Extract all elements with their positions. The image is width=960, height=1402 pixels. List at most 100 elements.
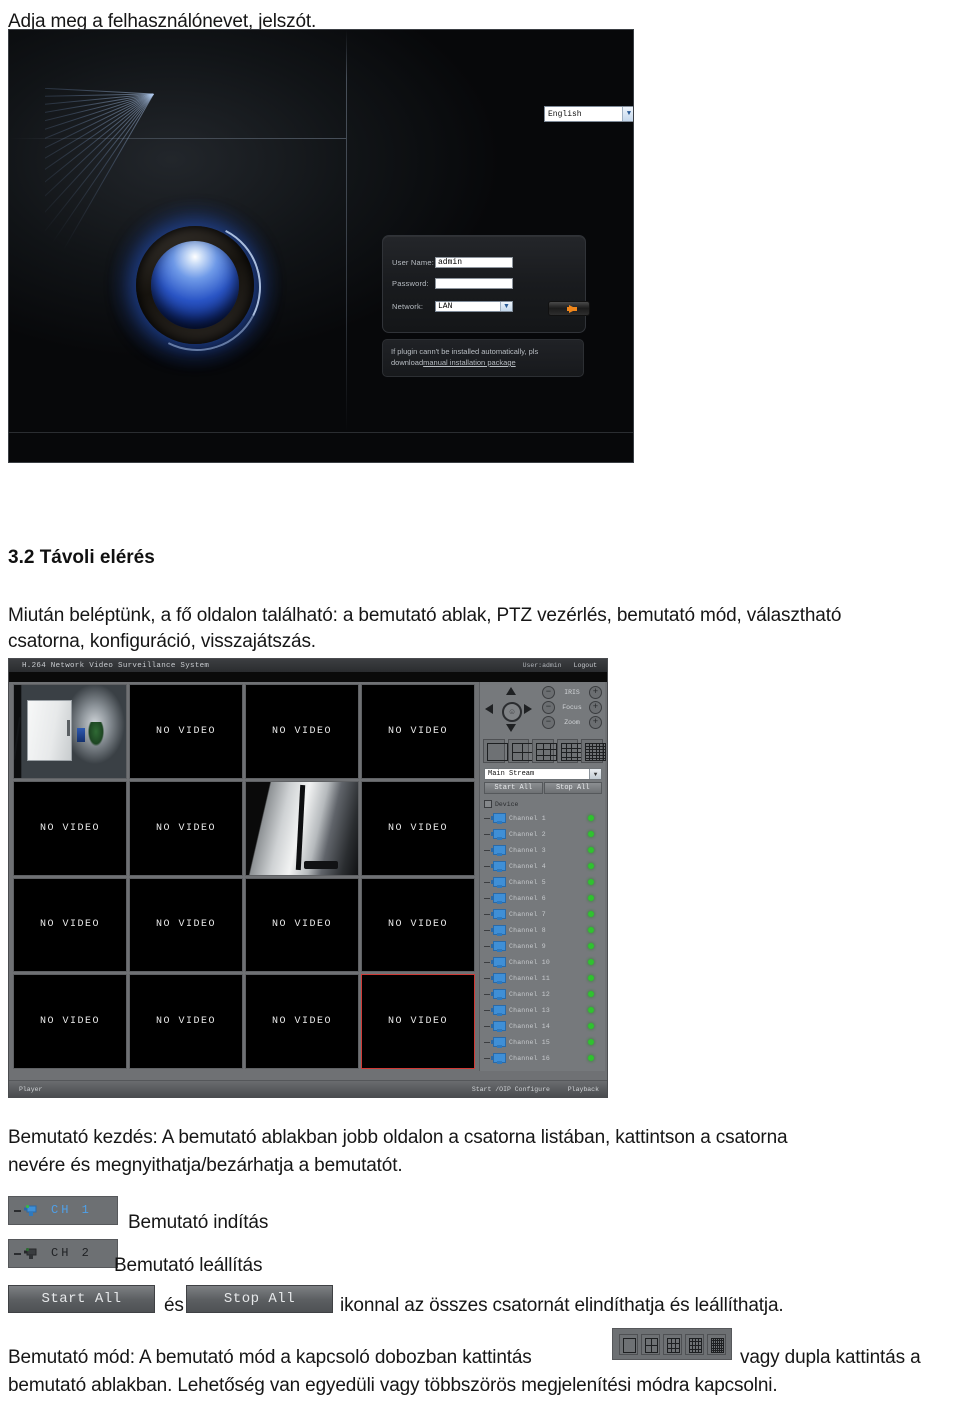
camera-icon: [491, 1053, 506, 1064]
no-video-label: NO VIDEO: [387, 1016, 448, 1028]
start-all-chip-label[interactable]: Start All: [8, 1285, 155, 1313]
video-cell-13[interactable]: NO VIDEO: [13, 974, 127, 1069]
network-value: LAN: [438, 302, 453, 311]
video-cell-9[interactable]: NO VIDEO: [13, 877, 127, 973]
logout-button[interactable]: Logout: [574, 662, 607, 669]
plus-icon[interactable]: +: [589, 716, 602, 729]
ptz-home-icon[interactable]: ☺: [502, 702, 522, 722]
layout-button-1x1[interactable]: [618, 1333, 638, 1355]
layout-button-2x2[interactable]: [507, 739, 533, 763]
language-select[interactable]: English ▼: [544, 106, 633, 122]
channel-item[interactable]: Channel 3: [484, 842, 602, 858]
channel-item[interactable]: Channel 13: [484, 1002, 602, 1018]
layout-button-3x3[interactable]: [662, 1333, 682, 1355]
channel-item[interactable]: Channel 9: [484, 938, 602, 954]
camera-icon: [491, 957, 506, 968]
video-cell-16[interactable]: NO VIDEO: [361, 974, 475, 1069]
video-cell-12[interactable]: NO VIDEO: [361, 877, 475, 973]
layout-button-4x4[interactable]: [556, 739, 582, 763]
network-select[interactable]: LAN ▼: [435, 301, 513, 312]
no-video-label: NO VIDEO: [271, 1016, 332, 1028]
document-page: Adja meg a felhasználónevet, jelszót. En…: [0, 0, 960, 1402]
start-all-button[interactable]: Start All: [484, 782, 543, 794]
layout-button-1x1[interactable]: [483, 739, 508, 763]
username-input[interactable]: admin: [435, 257, 513, 268]
video-cell-15[interactable]: NO VIDEO: [245, 974, 359, 1069]
status-dot: [588, 911, 594, 917]
status-dot: [588, 831, 594, 837]
video-cell-1[interactable]: [13, 684, 127, 779]
configure-button[interactable]: Start /OIP Configure: [472, 1086, 550, 1093]
video-cell-14[interactable]: NO VIDEO: [129, 974, 243, 1069]
device-label: Device: [495, 800, 519, 808]
video-cell-10[interactable]: NO VIDEO: [129, 877, 243, 973]
minus-icon[interactable]: −: [542, 686, 555, 699]
minus-icon[interactable]: −: [542, 701, 555, 714]
password-input[interactable]: [435, 278, 513, 289]
channel-item[interactable]: Channel 5: [484, 874, 602, 890]
video-cell-6[interactable]: NO VIDEO: [129, 780, 243, 876]
plus-icon[interactable]: +: [589, 701, 602, 714]
manual-install-link[interactable]: manual installation package: [423, 358, 516, 367]
video-cell-11[interactable]: NO VIDEO: [245, 877, 359, 973]
camera-feed-image: [246, 781, 358, 875]
layout-mode-chip: [612, 1328, 732, 1360]
channel-item[interactable]: Channel 12: [484, 986, 602, 1002]
status-dot: [588, 1055, 594, 1061]
plus-icon[interactable]: +: [589, 686, 602, 699]
mode-line1-post: vagy dupla kattintás a: [740, 1347, 921, 1368]
status-dot: [588, 959, 594, 965]
stream-select[interactable]: Main Stream ▼: [484, 768, 602, 780]
channel-item[interactable]: Channel 6: [484, 890, 602, 906]
arrow-up-icon[interactable]: [506, 687, 516, 695]
channel-item[interactable]: Channel 11: [484, 970, 602, 986]
stream-controls: Main Stream ▼ Start All Stop All: [484, 768, 602, 794]
tree-connector: [484, 833, 490, 835]
video-grid: NO VIDEO NO VIDEO NO VIDEO NO VIDEO NO VIDEO…: [11, 682, 477, 1071]
layout-button-6x6[interactable]: [706, 1333, 726, 1355]
arrow-left-icon[interactable]: [485, 704, 493, 714]
login-submit-button[interactable]: [548, 301, 590, 316]
chevron-down-icon: ▼: [589, 769, 601, 779]
playback-button[interactable]: Playback: [568, 1086, 599, 1093]
stop-all-chip: Stop All: [186, 1285, 333, 1313]
password-row: Password:: [392, 278, 513, 289]
expand-icon[interactable]: [484, 800, 492, 808]
channel-item[interactable]: Channel 2: [484, 826, 602, 842]
tree-connector: [484, 977, 490, 979]
layout-button-6x6[interactable]: [581, 739, 607, 763]
plugin-note: If plugin cann't be installed automatica…: [382, 339, 584, 377]
channel-item[interactable]: Channel 8: [484, 922, 602, 938]
channel-item[interactable]: Channel 7: [484, 906, 602, 922]
video-cell-7[interactable]: [245, 780, 359, 876]
arrow-right-icon[interactable]: [524, 704, 532, 714]
startstop-sentence: ikonnal az összes csatornát elindíthatja…: [340, 1295, 784, 1316]
layout-button-3x3[interactable]: [532, 739, 558, 763]
video-cell-5[interactable]: NO VIDEO: [13, 780, 127, 876]
arrow-down-icon[interactable]: [506, 724, 516, 732]
no-video-label: NO VIDEO: [155, 725, 216, 737]
channel-item[interactable]: Channel 15: [484, 1034, 602, 1050]
player-button[interactable]: Player: [9, 1086, 458, 1093]
channel-item[interactable]: Channel 4: [484, 858, 602, 874]
video-cell-4[interactable]: NO VIDEO: [361, 684, 475, 779]
device-tree-root[interactable]: Device: [484, 800, 518, 808]
minus-icon[interactable]: −: [542, 716, 555, 729]
current-user-label: User:admin: [522, 662, 562, 669]
no-video-label: NO VIDEO: [387, 822, 448, 834]
channel-item[interactable]: Channel 10: [484, 954, 602, 970]
channel-item[interactable]: Channel 16: [484, 1050, 602, 1066]
channel-item[interactable]: Channel 1: [484, 810, 602, 826]
tree-connector: [484, 993, 490, 995]
stop-all-chip-label[interactable]: Stop All: [186, 1285, 333, 1313]
channel-label: Channel 14: [509, 1022, 551, 1030]
layout-button-2x2[interactable]: [640, 1333, 660, 1355]
tree-connector: [484, 1009, 490, 1011]
layout-button-4x4[interactable]: [684, 1333, 704, 1355]
stop-all-button[interactable]: Stop All: [543, 782, 602, 794]
channel-item[interactable]: Channel 14: [484, 1018, 602, 1034]
video-cell-2[interactable]: NO VIDEO: [129, 684, 243, 779]
video-cell-3[interactable]: NO VIDEO: [245, 684, 359, 779]
video-cell-8[interactable]: NO VIDEO: [361, 780, 475, 876]
channel-list: Channel 1 Channel 2 Channel 3 Channel 4 Chan…: [484, 810, 602, 1066]
